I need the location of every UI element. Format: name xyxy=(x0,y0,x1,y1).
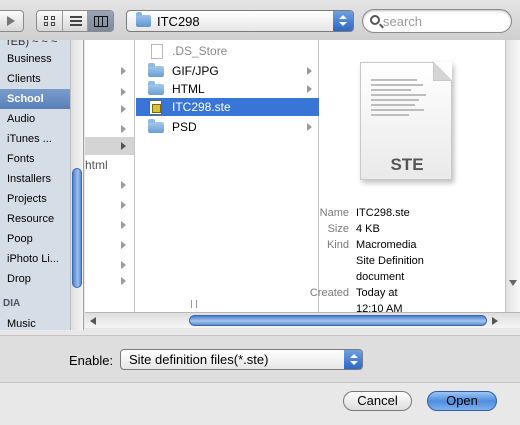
document-icon xyxy=(151,44,163,59)
chevron-right-icon xyxy=(121,261,126,269)
popup-stepper-icon xyxy=(344,350,362,369)
meta-kind-line: document xyxy=(356,271,405,283)
list-view-button[interactable] xyxy=(63,11,89,31)
file-type-value: Site definition files(*.ste) xyxy=(129,352,269,367)
grid-icon xyxy=(44,16,56,27)
sidebar-item-fonts[interactable]: Fonts xyxy=(0,149,70,169)
folder-name: GIF/JPG xyxy=(172,64,219,78)
meta-created-key: Created xyxy=(309,287,349,299)
list-icon xyxy=(69,16,82,27)
sidebar-item-resource[interactable]: Resource xyxy=(0,209,70,229)
sidebar-section-header: DIA xyxy=(3,298,21,309)
dialog-footer: Enable: Site definition files(*.ste) Can… xyxy=(0,330,520,425)
folder-name-fragment: html xyxy=(85,158,108,172)
chevron-right-icon xyxy=(307,123,312,131)
list-item-itc298-ste[interactable]: ITC298.ste xyxy=(136,98,319,116)
cancel-button[interactable]: Cancel xyxy=(343,391,412,411)
view-mode-group xyxy=(36,10,114,32)
list-item-psd[interactable]: PSD xyxy=(136,118,319,136)
sidebar-item-audio[interactable]: Audio xyxy=(0,109,70,129)
toolbar: ITC298 xyxy=(0,0,520,40)
sidebar-item-school[interactable]: School xyxy=(0,89,70,109)
horizontal-scrollbar[interactable] xyxy=(85,312,520,328)
sidebar-item-clients[interactable]: Clients xyxy=(0,69,70,89)
filter-bar: Enable: Site definition files(*.ste) xyxy=(0,335,520,383)
chevron-right-icon xyxy=(121,125,126,133)
document-preview-icon: STE xyxy=(360,62,452,180)
meta-created-line: Today at xyxy=(356,287,398,299)
file-type-label: STE xyxy=(390,155,424,174)
column-view-button[interactable] xyxy=(88,11,113,31)
chevron-right-icon xyxy=(121,142,126,150)
ste-file-icon xyxy=(149,100,162,115)
chevron-right-icon xyxy=(121,241,126,249)
sidebar-item-projects[interactable]: Projects xyxy=(0,189,70,209)
sidebar-item-business[interactable]: Business xyxy=(0,49,70,69)
column-current: .DS_Store GIF/JPG HTML ITC298.ste PSD xyxy=(136,40,319,312)
column-row-selected[interactable] xyxy=(85,137,134,155)
chevron-right-icon xyxy=(121,221,126,229)
meta-kind-line: Macromedia xyxy=(356,239,417,251)
sidebar-item-iphoto[interactable]: iPhoto Li... xyxy=(0,249,70,269)
sidebar-item-poop[interactable]: Poop xyxy=(0,229,70,249)
preview-pane: STE Name ITC298.ste Size 4 KB Kind Macro… xyxy=(310,40,505,315)
preview-scrollbar[interactable] xyxy=(505,40,520,312)
folder-icon xyxy=(148,119,164,133)
meta-size-value: 4 KB xyxy=(356,223,380,235)
folder-icon xyxy=(148,63,164,77)
file-type-popup[interactable]: Site definition files(*.ste) xyxy=(120,349,363,370)
list-item-gif-jpg[interactable]: GIF/JPG xyxy=(136,62,319,80)
list-item-html[interactable]: HTML xyxy=(136,80,319,98)
chevron-right-icon xyxy=(121,88,126,96)
sidebar: rEB) ~ ~ ~ Business Clients School Audio… xyxy=(0,40,84,330)
sidebar-item-itunes[interactable]: iTunes ... xyxy=(0,129,70,149)
meta-kind-key: Kind xyxy=(326,239,349,251)
meta-name-value: ITC298.ste xyxy=(356,207,410,219)
scroll-right-icon[interactable] xyxy=(492,317,498,325)
file-name: .DS_Store xyxy=(172,44,228,58)
chevron-right-icon xyxy=(307,85,312,93)
search-input[interactable] xyxy=(383,13,503,29)
sidebar-item-installers[interactable]: Installers xyxy=(0,169,70,189)
folder-icon xyxy=(136,12,151,27)
enable-label: Enable: xyxy=(69,353,114,368)
chevron-right-icon xyxy=(121,277,126,285)
meta-kind-line: Site Definition xyxy=(356,255,424,267)
chevron-right-icon xyxy=(307,67,312,75)
path-label: ITC298 xyxy=(157,14,200,29)
icon-view-button[interactable] xyxy=(37,11,63,31)
column-resize-handle[interactable] xyxy=(191,300,197,308)
file-name: ITC298.ste xyxy=(172,100,231,114)
chevron-right-icon xyxy=(121,201,126,209)
sidebar-item-drop[interactable]: Drop xyxy=(0,269,70,289)
sidebar-scroll-thumb[interactable] xyxy=(72,168,82,288)
folder-icon xyxy=(148,81,164,95)
chevron-right-icon xyxy=(121,105,126,113)
list-item-ds-store[interactable]: .DS_Store xyxy=(136,42,319,60)
forward-button[interactable] xyxy=(0,10,24,32)
column-browser: html .DS_Store GIF/JPG HTML ITC298.ste P… xyxy=(85,40,520,315)
folder-name: PSD xyxy=(172,120,197,134)
search-icon xyxy=(370,15,380,25)
horizontal-scroll-thumb[interactable] xyxy=(189,315,487,326)
scroll-left-icon[interactable] xyxy=(90,317,96,325)
search-field[interactable] xyxy=(362,9,512,33)
folder-name: HTML xyxy=(172,82,205,96)
meta-size-key: Size xyxy=(327,223,349,235)
chevron-right-icon xyxy=(121,181,126,189)
column-parent: html xyxy=(85,40,135,312)
path-popup[interactable]: ITC298 xyxy=(126,10,354,32)
chevron-right-icon xyxy=(121,67,126,75)
sidebar-item-music[interactable]: Music xyxy=(0,314,70,330)
meta-name-key: Name xyxy=(319,207,349,219)
popup-stepper-icon xyxy=(333,11,353,31)
open-button[interactable]: Open xyxy=(427,391,497,411)
columns-icon xyxy=(94,16,109,27)
